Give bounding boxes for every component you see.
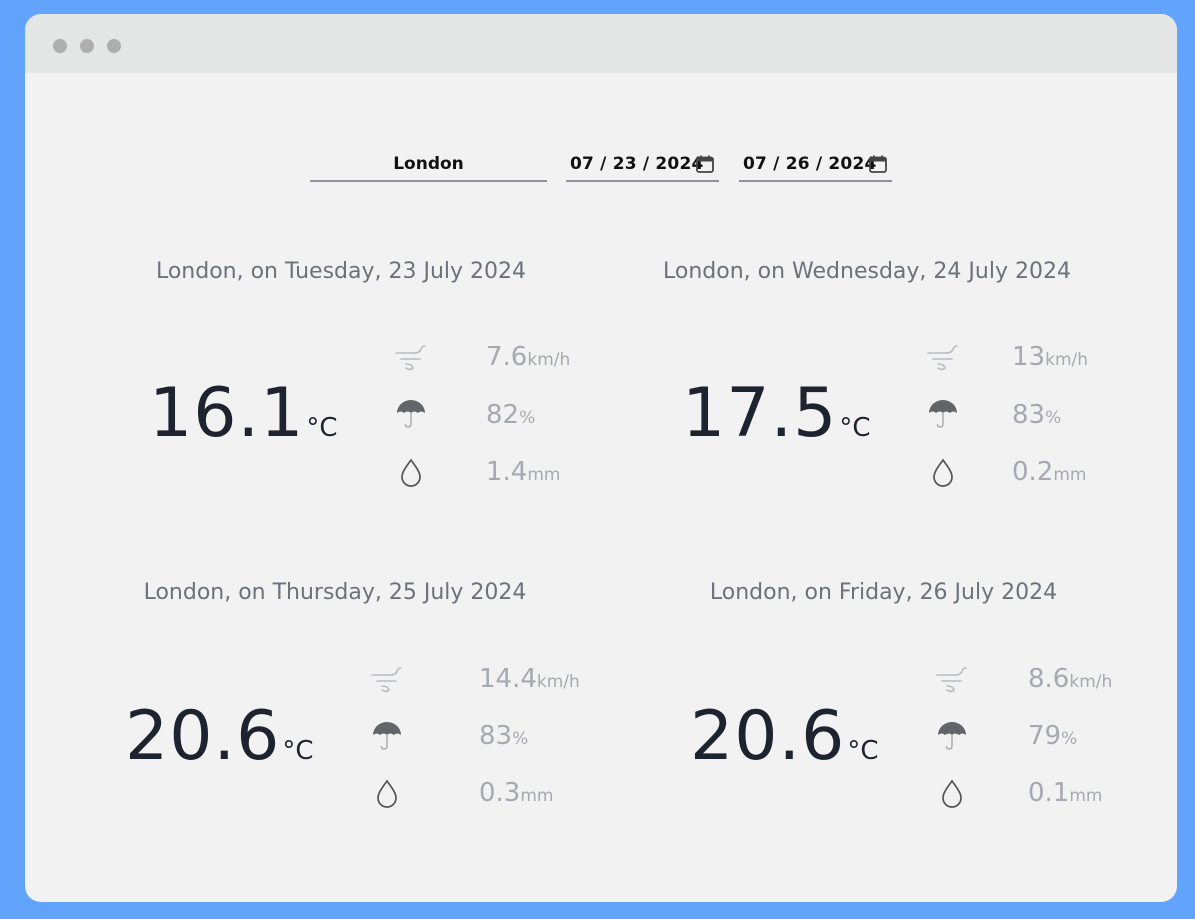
- wind-speed-unit: km/h: [527, 350, 571, 370]
- precipitation: 1.4mm: [486, 457, 560, 487]
- drop-icon: [933, 458, 953, 487]
- start-date-input[interactable]: 07 / 23 / 2024: [566, 148, 719, 182]
- precipitation: 0.3mm: [479, 778, 553, 808]
- city-input[interactable]: London: [310, 148, 547, 182]
- wind-icon: [927, 345, 958, 371]
- precipitation-unit: mm: [527, 465, 561, 485]
- precipitation-unit: mm: [1053, 465, 1087, 485]
- wind-speed-value: 8.6: [1028, 664, 1070, 694]
- wind-speed-unit: km/h: [1045, 350, 1089, 370]
- wind-speed-value: 13: [1012, 342, 1046, 372]
- precipitation: 0.2mm: [1012, 457, 1086, 487]
- city-input-value: London: [393, 154, 464, 174]
- humidity-unit: %: [1061, 729, 1078, 749]
- umbrella-icon: [929, 400, 957, 428]
- app-window: London 07 / 23 / 2024 07 / 26 / 2024 Lon…: [25, 14, 1177, 902]
- wind-speed-unit: km/h: [536, 672, 580, 692]
- temperature: 17.5°C: [682, 380, 871, 448]
- temperature-unit: °C: [282, 736, 314, 766]
- temperature-unit: °C: [839, 413, 871, 443]
- precipitation-value: 1.4: [486, 457, 528, 487]
- drop-icon: [942, 779, 962, 808]
- temperature-unit: °C: [847, 736, 879, 766]
- temperature: 20.6°C: [125, 703, 314, 771]
- temperature: 16.1°C: [149, 380, 338, 448]
- wind-speed: 8.6km/h: [1028, 664, 1112, 694]
- wind-speed: 7.6km/h: [486, 342, 570, 372]
- window-control-dot[interactable]: [80, 39, 94, 53]
- precipitation-unit: mm: [520, 786, 554, 806]
- drop-icon: [377, 779, 397, 808]
- card-title: London, on Wednesday, 24 July 2024: [663, 259, 1071, 284]
- wind-icon: [395, 345, 426, 371]
- humidity-value: 82: [486, 400, 520, 430]
- precipitation-value: 0.2: [1012, 457, 1054, 487]
- start-date-value: 07 / 23 / 2024: [570, 154, 704, 174]
- humidity: 79%: [1028, 721, 1077, 751]
- temperature: 20.6°C: [690, 703, 879, 771]
- calendar-icon[interactable]: [868, 154, 888, 174]
- end-date-input[interactable]: 07 / 26 / 2024: [739, 148, 892, 182]
- wind-icon: [936, 667, 967, 693]
- wind-speed-unit: km/h: [1069, 672, 1113, 692]
- humidity: 82%: [486, 400, 535, 430]
- temperature-value: 20.6: [690, 697, 846, 776]
- wind-speed: 13km/h: [1012, 342, 1088, 372]
- card-title: London, on Thursday, 25 July 2024: [143, 580, 527, 605]
- humidity: 83%: [1012, 400, 1061, 430]
- temperature-value: 20.6: [125, 697, 281, 776]
- humidity-value: 79: [1028, 721, 1062, 751]
- temperature-value: 16.1: [149, 374, 305, 453]
- wind-icon: [371, 667, 402, 693]
- temperature-value: 17.5: [682, 374, 838, 453]
- humidity-value: 83: [1012, 400, 1046, 430]
- window-control-dot[interactable]: [107, 39, 121, 53]
- window-titlebar: [25, 14, 1177, 73]
- wind-speed-value: 14.4: [479, 664, 537, 694]
- umbrella-icon: [397, 400, 425, 428]
- precipitation: 0.1mm: [1028, 778, 1102, 808]
- umbrella-icon: [938, 722, 966, 750]
- calendar-icon[interactable]: [695, 154, 715, 174]
- humidity-value: 83: [479, 721, 513, 751]
- wind-speed: 14.4km/h: [479, 664, 580, 694]
- humidity: 83%: [479, 721, 528, 751]
- precipitation-value: 0.3: [479, 778, 521, 808]
- humidity-unit: %: [512, 729, 529, 749]
- humidity-unit: %: [519, 408, 536, 428]
- card-title: London, on Friday, 26 July 2024: [709, 580, 1058, 605]
- card-title: London, on Tuesday, 23 July 2024: [155, 259, 527, 284]
- humidity-unit: %: [1045, 408, 1062, 428]
- precipitation-value: 0.1: [1028, 778, 1070, 808]
- umbrella-icon: [373, 722, 401, 750]
- wind-speed-value: 7.6: [486, 342, 528, 372]
- drop-icon: [401, 458, 421, 487]
- end-date-value: 07 / 26 / 2024: [743, 154, 877, 174]
- window-control-dot[interactable]: [53, 39, 67, 53]
- temperature-unit: °C: [306, 413, 338, 443]
- precipitation-unit: mm: [1069, 786, 1103, 806]
